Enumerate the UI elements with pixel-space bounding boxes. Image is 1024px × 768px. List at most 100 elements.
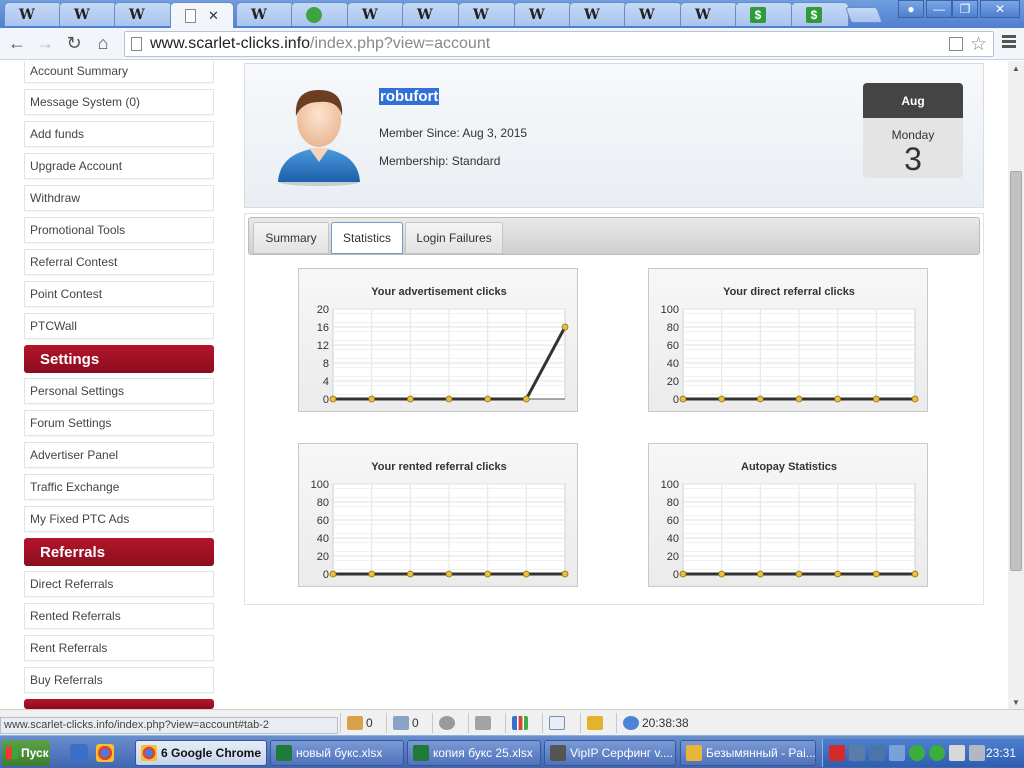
status-timer[interactable]: 20:38:38 — [616, 713, 689, 733]
sidebar-item-referral-contest[interactable]: Referral Contest — [24, 249, 214, 275]
data-point[interactable] — [329, 570, 337, 578]
status-settings[interactable] — [432, 713, 458, 733]
data-point[interactable] — [484, 570, 492, 578]
status-cart[interactable] — [468, 713, 494, 733]
user-icon[interactable]: ● — [898, 0, 924, 18]
utorrent-icon[interactable] — [909, 745, 925, 761]
data-point[interactable] — [445, 570, 453, 578]
browser-tab[interactable]: W — [569, 2, 627, 26]
data-point[interactable] — [872, 395, 880, 403]
tab-login-failures[interactable]: Login Failures — [405, 222, 503, 254]
browser-tab[interactable]: W — [236, 2, 294, 26]
scroll-down-arrow-icon[interactable]: ▼ — [1008, 695, 1024, 709]
close-tab-icon[interactable]: ✕ — [208, 8, 219, 24]
utorrent-icon[interactable] — [929, 745, 945, 761]
volume-icon[interactable] — [949, 745, 965, 761]
data-point[interactable] — [718, 395, 726, 403]
sidebar-item-account-summary[interactable]: Account Summary — [24, 61, 214, 83]
tab-statistics[interactable]: Statistics — [331, 222, 403, 254]
network-x-icon[interactable] — [849, 745, 865, 761]
browser-tab[interactable]: W — [114, 2, 172, 26]
browser-tab[interactable]: W — [59, 2, 117, 26]
data-point[interactable] — [406, 570, 414, 578]
data-point[interactable] — [679, 570, 687, 578]
chrome-menu-icon[interactable] — [1002, 35, 1016, 50]
taskbar-button[interactable]: копия букс 25.xlsx — [407, 740, 541, 766]
sidebar-item-direct-referrals[interactable]: Direct Referrals — [24, 571, 214, 597]
translate-icon[interactable] — [949, 37, 963, 51]
data-point[interactable] — [872, 570, 880, 578]
page-scrollbar[interactable]: ▲ ▼ — [1008, 61, 1024, 709]
new-tab-button[interactable] — [845, 7, 883, 23]
data-point[interactable] — [406, 395, 414, 403]
scroll-up-arrow-icon[interactable]: ▲ — [1008, 61, 1024, 75]
data-point[interactable] — [911, 570, 919, 578]
taskbar-button[interactable]: Безымянный - Pai... — [680, 740, 816, 766]
pdf-icon[interactable] — [829, 745, 845, 761]
back-button[interactable]: ← — [6, 32, 28, 54]
status-stats[interactable] — [505, 713, 531, 733]
status-rented[interactable]: 0 — [386, 713, 419, 733]
sidebar-item-point-contest[interactable]: Point Contest — [24, 281, 214, 307]
network-x-icon[interactable] — [869, 745, 885, 761]
show-desktop-icon[interactable] — [70, 744, 88, 762]
data-point[interactable] — [561, 323, 569, 331]
browser-tab[interactable]: W — [4, 2, 62, 26]
taskbar-button[interactable]: VipIP Серфинг v.... — [544, 740, 676, 766]
browser-tab[interactable]: ✕ — [170, 2, 234, 28]
address-bar[interactable]: www.scarlet-clicks.info/index.php?view=a… — [124, 31, 994, 57]
data-point[interactable] — [911, 395, 919, 403]
sidebar-item-advertiser-panel[interactable]: Advertiser Panel — [24, 442, 214, 468]
browser-tab[interactable]: W — [347, 2, 405, 26]
data-point[interactable] — [484, 395, 492, 403]
browser-tab[interactable]: W — [624, 2, 682, 26]
tab-summary[interactable]: Summary — [253, 222, 329, 254]
home-button[interactable]: ⌂ — [92, 32, 114, 54]
data-point[interactable] — [445, 395, 453, 403]
status-lock[interactable] — [580, 713, 606, 733]
reload-button[interactable]: ↻ — [63, 32, 85, 54]
data-point[interactable] — [718, 570, 726, 578]
browser-tab[interactable]: W — [402, 2, 460, 26]
data-point[interactable] — [522, 395, 530, 403]
data-point[interactable] — [834, 395, 842, 403]
monitors-icon[interactable] — [889, 745, 905, 761]
browser-tab[interactable]: $ — [735, 2, 793, 26]
data-point[interactable] — [368, 570, 376, 578]
sidebar-item-traffic-exchange[interactable]: Traffic Exchange — [24, 474, 214, 500]
restore-icon[interactable]: ❐ — [952, 0, 978, 18]
taskbar-button[interactable]: 6 Google Chrome — [135, 740, 267, 766]
sidebar-item-rented-referrals[interactable]: Rented Referrals — [24, 603, 214, 629]
browser-tab[interactable]: W — [514, 2, 572, 26]
data-point[interactable] — [756, 570, 764, 578]
bookmark-star-icon[interactable]: ☆ — [970, 33, 987, 56]
data-point[interactable] — [329, 395, 337, 403]
sidebar-item-promotional-tools[interactable]: Promotional Tools — [24, 217, 214, 243]
browser-tab[interactable]: W — [680, 2, 738, 26]
browser-tab[interactable]: $ — [791, 2, 849, 26]
sidebar-item-rent-referrals[interactable]: Rent Referrals — [24, 635, 214, 661]
close-window-icon[interactable]: ✕ — [980, 0, 1020, 18]
sidebar-item-personal-settings[interactable]: Personal Settings — [24, 378, 214, 404]
data-point[interactable] — [561, 570, 569, 578]
sidebar-item-ptcwall[interactable]: PTCWall — [24, 313, 214, 339]
sidebar-header-referrals[interactable]: Referrals — [24, 538, 214, 566]
data-point[interactable] — [368, 395, 376, 403]
sidebar-item-upgrade-account[interactable]: Upgrade Account — [24, 153, 214, 179]
data-point[interactable] — [756, 395, 764, 403]
scrollbar-thumb[interactable] — [1010, 171, 1022, 571]
taskbar-button[interactable]: новый букс.xlsx — [270, 740, 404, 766]
browser-tab[interactable]: W — [458, 2, 516, 26]
data-point[interactable] — [679, 395, 687, 403]
status-referrals[interactable]: 0 — [340, 713, 373, 733]
sidebar-item-add-funds[interactable]: Add funds — [24, 121, 214, 147]
sidebar-item-my-fixed-ptc-ads[interactable]: My Fixed PTC Ads — [24, 506, 214, 532]
sidebar-header-settings[interactable]: Settings — [24, 345, 214, 373]
sidebar-item-forum-settings[interactable]: Forum Settings — [24, 410, 214, 436]
chrome-icon[interactable] — [96, 744, 114, 762]
status-mail[interactable] — [542, 713, 568, 733]
power-icon[interactable] — [969, 745, 985, 761]
data-point[interactable] — [834, 570, 842, 578]
start-button[interactable]: Пуск — [2, 740, 50, 766]
data-point[interactable] — [522, 570, 530, 578]
